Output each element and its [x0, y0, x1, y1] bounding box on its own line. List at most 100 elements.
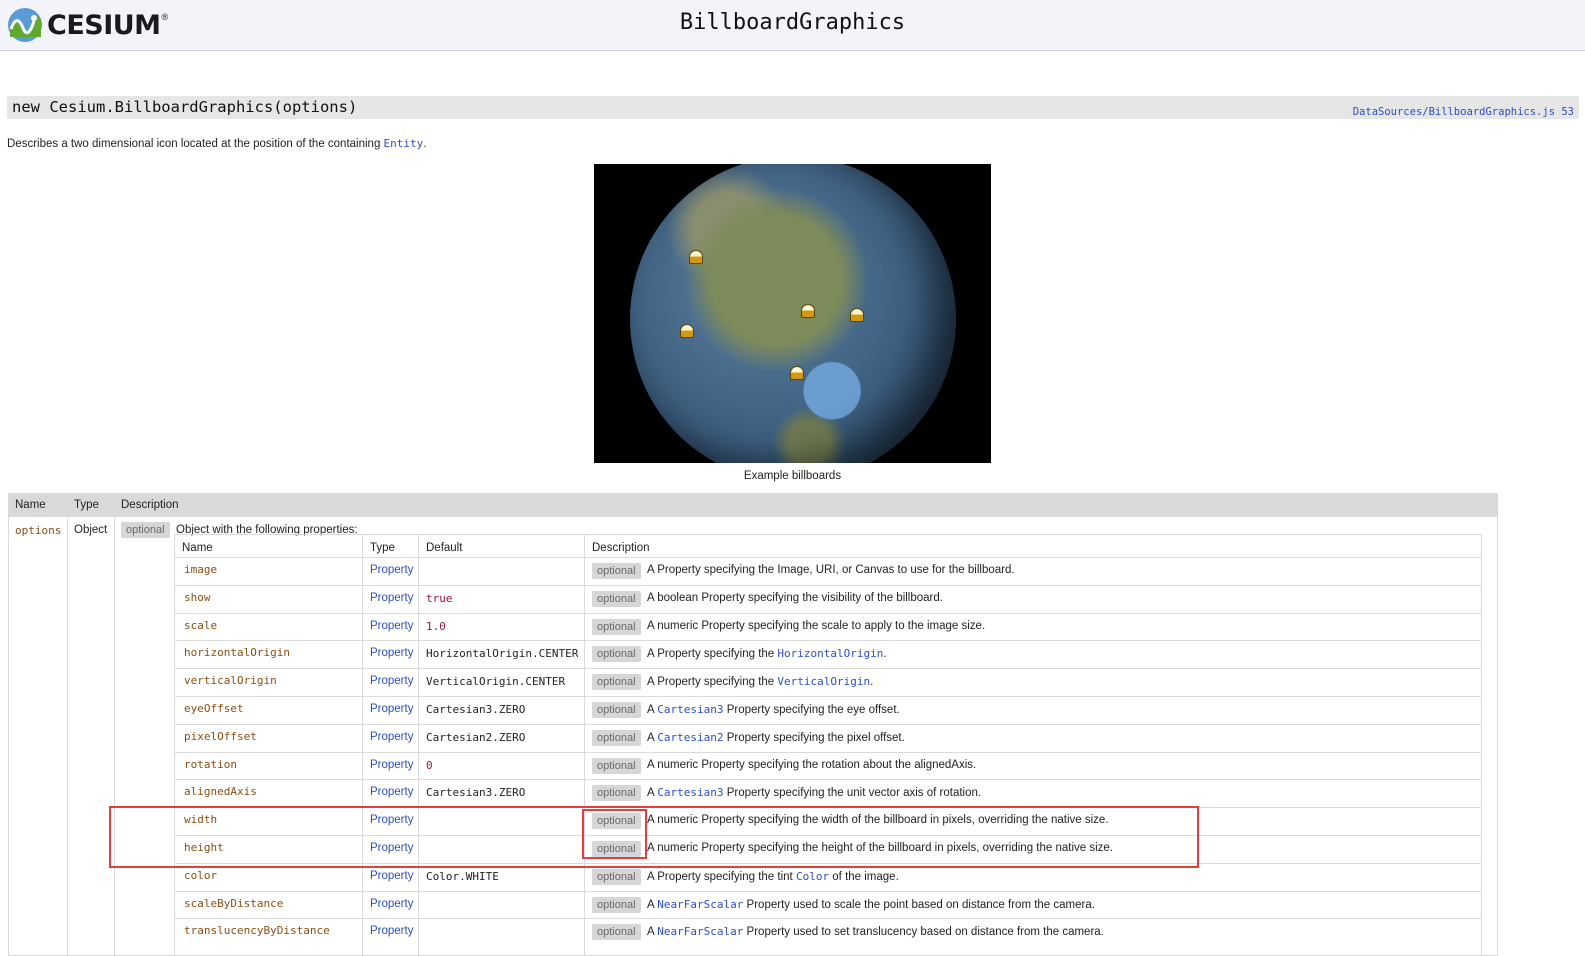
- billboard-marker: [680, 324, 694, 338]
- property-name: scaleByDistance: [184, 896, 284, 910]
- property-type-link[interactable]: Property: [370, 731, 413, 743]
- property-description: A NearFarScalar Property used to scale t…: [647, 898, 1095, 911]
- property-type-link[interactable]: Property: [370, 647, 413, 659]
- property-name: height: [184, 841, 224, 854]
- optional-badge: optional: [592, 674, 641, 691]
- property-default: Color.WHITE: [426, 869, 499, 883]
- optional-badge: optional: [592, 896, 641, 913]
- property-name: rotation: [184, 757, 237, 771]
- property-name: scale: [184, 618, 218, 632]
- property-description: A Property specifying the HorizontalOrig…: [647, 647, 887, 660]
- optional-badge: optional: [121, 522, 170, 538]
- property-type-link[interactable]: Property: [370, 564, 413, 576]
- property-type-link[interactable]: Property: [370, 675, 413, 687]
- header-default: Default: [426, 542, 463, 554]
- description-text: Property used to set translucency based …: [746, 926, 1104, 939]
- optional-badge: optional: [592, 702, 641, 718]
- optional-badge: optional: [592, 785, 641, 802]
- figure-caption: Example billboards: [743, 470, 842, 482]
- property-description: A NearFarScalar Property used to set tra…: [647, 925, 1104, 938]
- property-description: A numeric Property specifying the scale …: [647, 619, 986, 632]
- type-reference-link[interactable]: VerticalOrigin: [777, 675, 870, 688]
- property-name: translucencyByDistance: [184, 924, 330, 938]
- table-row: pixelOffset Property Cartesian2.ZERO option…: [175, 723, 1481, 752]
- header-description: Description: [592, 542, 650, 554]
- table-row: horizontalOrigin Property HorizontalOrigin…: [175, 640, 1481, 668]
- property-name: verticalOrigin: [184, 674, 277, 688]
- table-row: translucencyByDistance Property optional A …: [175, 918, 1481, 946]
- property-type-link[interactable]: Property: [370, 759, 413, 771]
- parameters-table-header: Name Type Description: [9, 494, 1497, 517]
- description-text: of the image.: [832, 870, 899, 883]
- property-description: A Property specifying the VerticalOrigin…: [647, 675, 873, 688]
- property-name: width: [184, 813, 218, 827]
- property-type-link[interactable]: Property: [370, 898, 413, 910]
- property-type-link[interactable]: Property: [370, 814, 413, 826]
- property-default: Cartesian3.ZERO: [426, 703, 526, 716]
- optional-badge: optional: [592, 868, 641, 885]
- property-name: show: [184, 590, 211, 604]
- optional-badge: optional: [592, 729, 641, 746]
- type-reference-link[interactable]: Cartesian3: [657, 786, 723, 799]
- property-description: A Property specifying the Image, URI, or…: [647, 564, 1015, 576]
- description-text: A Property specifying the tint: [647, 870, 793, 883]
- table-row: eyeOffset Property Cartesian3.ZERO optional…: [175, 696, 1481, 724]
- property-default: 0: [426, 758, 433, 772]
- table-row: rotation Property 0 optional A numeric Prope…: [175, 751, 1481, 780]
- property-description: A numeric Property specifying the height…: [647, 842, 1114, 854]
- property-name: horizontalOrigin: [184, 646, 290, 660]
- optional-badge: optional: [592, 618, 641, 635]
- property-description: A numeric Property specifying the width …: [647, 814, 1109, 827]
- property-type-link[interactable]: Property: [370, 592, 413, 604]
- description-text: Property specifying the pixel offset.: [726, 731, 905, 744]
- billboard-marker: [689, 250, 703, 264]
- constructor-signature: new Cesium.BillboardGraphics(options): [12, 98, 358, 116]
- type-reference-link[interactable]: HorizontalOrigin: [777, 647, 883, 660]
- globe-graphic: [630, 164, 956, 463]
- property-type-link[interactable]: Property: [370, 786, 413, 798]
- property-name: eyeOffset: [184, 702, 244, 715]
- description-text: A: [647, 898, 655, 911]
- example-billboards-image: [594, 164, 991, 463]
- property-default: VerticalOrigin.CENTER: [426, 675, 566, 689]
- property-name: pixelOffset: [184, 729, 257, 743]
- description-text: A Property specifying the: [647, 676, 775, 689]
- type-reference-link[interactable]: NearFarScalar: [657, 925, 743, 938]
- class-description: Describes a two dimensional icon located…: [7, 137, 427, 150]
- description-text: Property used to scale the point based o…: [746, 898, 1095, 911]
- source-file-link[interactable]: DataSources/BillboardGraphics.js 53: [1353, 106, 1574, 118]
- table-row: height Property optional A numeric Property…: [175, 835, 1481, 863]
- type-reference-link[interactable]: Color: [796, 870, 829, 883]
- header-name: Name: [182, 542, 213, 554]
- property-type-link[interactable]: Property: [370, 842, 413, 854]
- entity-link[interactable]: Entity: [384, 137, 424, 150]
- property-default: 1.0: [426, 619, 446, 633]
- description-text: A: [647, 787, 655, 800]
- property-type-link[interactable]: Property: [370, 925, 413, 937]
- billboard-marker: [850, 308, 864, 322]
- property-default: Cartesian3.ZERO: [426, 786, 526, 800]
- param-name-options: options: [15, 524, 62, 537]
- header-description: Description: [121, 499, 179, 511]
- column-divider: [67, 494, 68, 955]
- description-text: A: [647, 704, 655, 716]
- property-type-link[interactable]: Property: [370, 870, 413, 882]
- property-default: true: [426, 591, 453, 605]
- header-name: Name: [15, 499, 46, 511]
- property-name: image: [184, 563, 218, 576]
- table-row: scale Property 1.0 optional A numeric Proper…: [175, 612, 1481, 641]
- type-reference-link[interactable]: Cartesian2: [657, 731, 723, 744]
- type-reference-link[interactable]: Cartesian3: [657, 703, 723, 716]
- table-row: verticalOrigin Property VerticalOrigin.CEN…: [175, 668, 1481, 696]
- page-title: BillboardGraphics: [679, 10, 906, 35]
- table-row: scaleByDistance Property optional A NearFar…: [175, 890, 1481, 919]
- property-type-link[interactable]: Property: [370, 620, 413, 632]
- table-row: alignedAxis Property Cartesian3.ZERO option…: [175, 779, 1481, 807]
- param-type-options: Object: [74, 524, 108, 536]
- type-reference-link[interactable]: NearFarScalar: [657, 898, 743, 911]
- column-divider: [114, 494, 115, 955]
- table-row: image Property optional A Property specifyi…: [175, 557, 1481, 585]
- page-header: CESIUM ® BillboardGraphics: [0, 0, 1585, 51]
- property-description: A boolean Property specifying the visibi…: [647, 591, 943, 604]
- property-type-link[interactable]: Property: [370, 703, 413, 715]
